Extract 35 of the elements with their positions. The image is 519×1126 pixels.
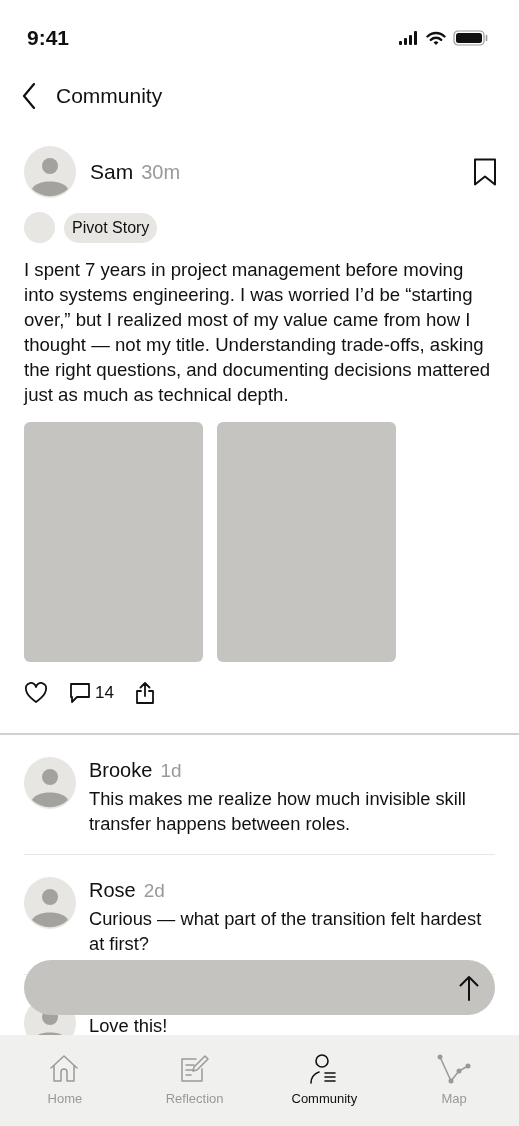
tab-item[interactable]: Community [291, 1053, 358, 1126]
bookmark-icon [473, 158, 497, 186]
like-button[interactable] [24, 682, 48, 704]
comment-text: Curious — what part of the transition felt hardest at first? [89, 907, 483, 956]
share-icon [133, 681, 156, 705]
comment-button[interactable]: 14 [68, 681, 114, 705]
comment-text: Love this! [89, 1016, 169, 1035]
speech-bubble-icon [68, 681, 92, 705]
post-time: 30m [141, 161, 181, 184]
send-button[interactable] [459, 974, 479, 1001]
comment-time: 1d [160, 760, 182, 782]
commenter-name: Rose [89, 879, 136, 902]
small-avatar [24, 212, 55, 243]
comment-time: 2d [143, 880, 165, 902]
wifi-icon [426, 30, 446, 46]
avatar [24, 146, 76, 198]
author-name: Sam [90, 160, 134, 184]
back-button[interactable] [22, 83, 36, 109]
signal-icon [399, 31, 419, 45]
post-text: I spent 7 years in project management before moving into systems engineering. I was worried I’d be “starting over,” but I realized most of my value came from how I thought — not my title. Understanding trade-offs, asking the right questions, and documenting decisions mattered just as much as technical depth. [24, 258, 492, 407]
back-icon [22, 83, 36, 109]
comment-input-bar[interactable] [24, 960, 495, 1015]
heart-icon [24, 682, 48, 704]
avatar [24, 757, 76, 809]
comment-text: This makes me realize how much invisible skill transfer happens between roles. [89, 787, 467, 836]
battery-icon [453, 30, 489, 46]
up-arrow-icon [459, 974, 479, 1001]
map-icon [437, 1053, 472, 1085]
share-button[interactable] [133, 681, 156, 705]
commenter-name: Brooke [89, 759, 153, 782]
page-title: Community [56, 84, 163, 108]
avatar [24, 877, 76, 929]
bookmark-button[interactable] [473, 158, 497, 186]
status-time: 9:41 [27, 26, 70, 50]
tag-chip[interactable]: Pivot Story [64, 212, 158, 243]
